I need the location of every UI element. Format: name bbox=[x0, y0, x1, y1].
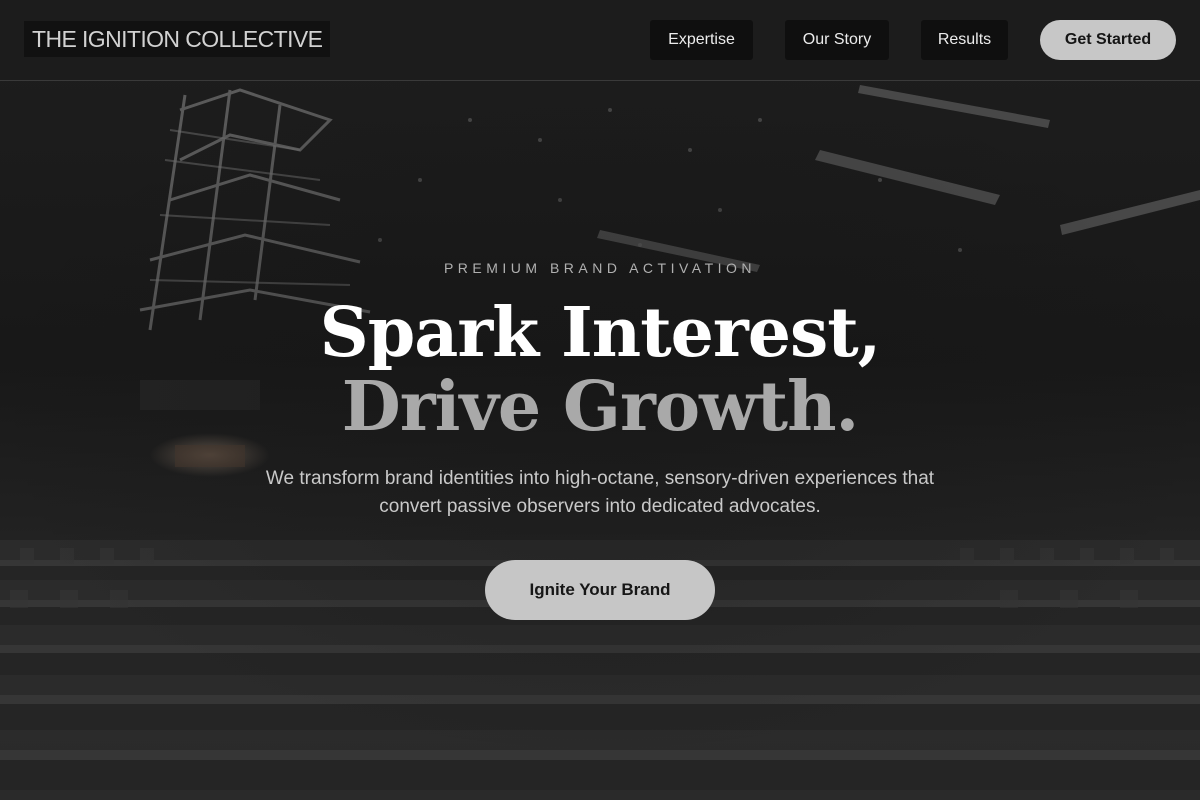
hero-headline: Spark Interest, Drive Growth. bbox=[0, 296, 1200, 444]
landing-page: THE IGNITION COLLECTIVE Expertise Our St… bbox=[0, 0, 1200, 800]
hero-headline-line2: Drive Growth. bbox=[341, 367, 859, 447]
navbar: THE IGNITION COLLECTIVE Expertise Our St… bbox=[0, 0, 1200, 81]
nav-link-our-story[interactable]: Our Story bbox=[785, 20, 889, 60]
get-started-button[interactable]: Get Started bbox=[1040, 20, 1176, 60]
nav-link-results[interactable]: Results bbox=[921, 20, 1008, 60]
ignite-your-brand-button[interactable]: Ignite Your Brand bbox=[485, 560, 715, 620]
hero-eyebrow: PREMIUM BRAND ACTIVATION bbox=[443, 260, 757, 276]
hero-headline-line1: Spark Interest, bbox=[319, 293, 882, 373]
brand-logo[interactable]: THE IGNITION COLLECTIVE bbox=[24, 21, 331, 57]
nav-link-expertise[interactable]: Expertise bbox=[650, 20, 753, 60]
hero-subtext: We transform brand identities into high-… bbox=[265, 468, 935, 517]
